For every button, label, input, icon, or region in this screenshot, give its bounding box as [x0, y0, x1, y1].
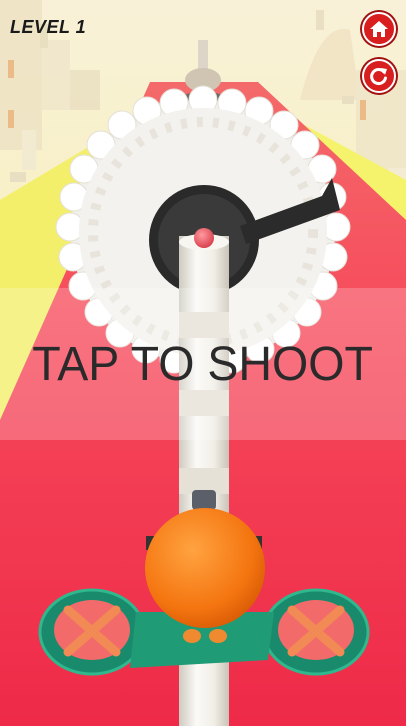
home-icon [370, 21, 388, 37]
pole-nut [192, 490, 216, 510]
spinner-right [262, 588, 370, 676]
tap-to-shoot-text: TAP TO SHOOT [32, 337, 374, 391]
restart-icon [370, 68, 387, 85]
tap-to-shoot-overlay[interactable]: TAP TO SHOOT [0, 288, 406, 440]
home-button[interactable] [362, 12, 396, 46]
level-label: LEVEL 1 [10, 17, 87, 37]
target-ball [194, 228, 214, 248]
spinner-left [38, 588, 146, 676]
restart-button[interactable] [362, 59, 396, 93]
